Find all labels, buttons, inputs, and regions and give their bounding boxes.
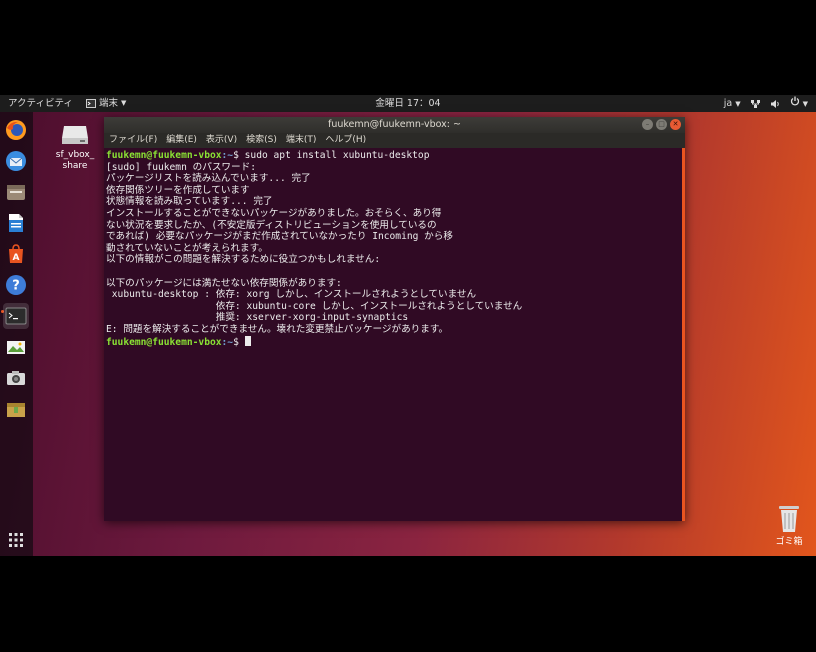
terminal-line: 動されていないことが考えられます。 — [106, 242, 268, 254]
prompt-user: fuukemn@fuukemn-vbox — [106, 336, 222, 348]
minimize-icon: – — [645, 120, 650, 128]
app-menu-label: 端末 — [99, 98, 119, 109]
desktop-icon-label: sf_vbox_ — [55, 150, 95, 160]
terminal-line: 以下の情報がこの問題を解決するために役立つかもしれません: — [106, 254, 381, 266]
chevron-down-icon: ▼ — [735, 100, 741, 108]
terminal-line: xubuntu-desktop : 依存: xorg しかし、インストールされよ… — [106, 289, 477, 301]
system-tray: ja ▼ ▼ — [724, 95, 808, 113]
chevron-down-icon: ▼ — [802, 100, 808, 108]
clock[interactable]: 金曜日 17：04 — [375, 98, 440, 109]
thunderbird-icon — [6, 151, 26, 171]
svg-text:A: A — [13, 253, 20, 263]
terminal-output[interactable]: fuukemn@fuukemn-vbox:~$ sudo apt install… — [104, 148, 685, 517]
dock-item-firefox[interactable] — [3, 117, 29, 143]
minimize-button[interactable]: – — [642, 119, 653, 130]
firefox-icon — [6, 120, 26, 140]
activities-button[interactable]: アクティビティ — [8, 95, 73, 112]
desktop-icon-trash[interactable]: ゴミ箱 — [770, 503, 808, 548]
chevron-down-icon: ▼ — [121, 99, 127, 107]
prompt-path: :~ — [221, 150, 234, 161]
terminal-line: であれば) 必要なパッケージがまだ作成されていなかったり Incoming から… — [106, 231, 453, 243]
menu-terminal[interactable]: 端末(T) — [286, 133, 317, 148]
power-icon — [790, 96, 799, 106]
terminal-line: パッケージリストを読み込んでいます... 完了 — [106, 173, 311, 185]
prompt-symbol: $ — [233, 336, 239, 348]
writer-icon — [9, 214, 23, 232]
menu-search[interactable]: 検索(S) — [246, 133, 277, 148]
dock: A ? — [0, 112, 33, 556]
power-menu[interactable]: ▼ — [790, 95, 808, 113]
dock-item-image-viewer[interactable] — [3, 334, 29, 360]
menu-edit[interactable]: 編集(E) — [166, 133, 197, 148]
maximize-button[interactable]: □ — [656, 119, 667, 130]
files-icon — [7, 185, 25, 200]
terminal-window[interactable]: fuukemn@fuukemn-vbox: ~ – □ ✕ ファイル(F) 編集… — [104, 117, 685, 521]
menu-view[interactable]: 表示(V) — [206, 133, 237, 148]
terminal-scrollbar[interactable] — [682, 148, 685, 521]
grid-icon — [9, 533, 23, 547]
dock-item-archive[interactable] — [3, 396, 29, 422]
terminal-line: ない状況を要求したか、(不安定版ディストリビューションを使用しているの — [106, 219, 437, 231]
help-icon: ? — [6, 275, 26, 295]
terminal-line-prompt: fuukemn@fuukemn-vbox:~$ — [106, 335, 685, 348]
terminal-line: [sudo] fuukemn のパスワード: — [106, 161, 256, 173]
close-button[interactable]: ✕ — [670, 119, 681, 130]
dock-item-files[interactable] — [3, 179, 29, 205]
image-viewer-icon — [7, 341, 25, 354]
dock-item-thunderbird[interactable] — [3, 148, 29, 174]
menu-help[interactable]: ヘルプ(H) — [325, 133, 366, 148]
svg-text:?: ? — [12, 279, 20, 294]
show-applications-button[interactable] — [3, 527, 29, 553]
terminal-line: 以下のパッケージには満たせない依存関係があります: — [106, 277, 342, 289]
terminal-icon — [5, 307, 27, 325]
terminal-line: 依存関係ツリーを作成しています — [106, 184, 250, 196]
archive-icon — [7, 403, 25, 417]
terminal-line: 依存: xubuntu-core しかし、インストールされようとしていません — [106, 300, 523, 312]
dock-item-writer[interactable] — [3, 210, 29, 236]
volume-icon[interactable] — [770, 99, 781, 109]
close-icon: ✕ — [672, 120, 679, 128]
desktop-screen: アクティビティ 端末 ▼ 金曜日 17：04 ja ▼ ▼ A ? sf_vbo… — [0, 95, 816, 556]
top-bar: アクティビティ 端末 ▼ 金曜日 17：04 ja ▼ ▼ — [0, 95, 816, 112]
trash-icon — [779, 506, 799, 532]
software-center-icon: A — [9, 244, 23, 263]
text-cursor — [244, 335, 251, 346]
terminal-line: インストールすることができないパッケージがありました。おそらく、あり得 — [106, 207, 442, 219]
prompt-path: :~ — [221, 336, 234, 348]
terminal-line-command: fuukemn@fuukemn-vbox:~$ sudo apt install… — [106, 150, 685, 162]
terminal-line: 状態情報を読み取っています... 完了 — [106, 196, 273, 208]
camera-icon — [7, 371, 25, 385]
dock-item-help[interactable]: ? — [3, 272, 29, 298]
terminal-line: E: 問題を解決することができません。壊れた変更禁止パッケージがあります。 — [106, 323, 449, 335]
desktop-icon-label: share — [62, 161, 88, 171]
command-text: sudo apt install xubuntu-desktop — [238, 150, 430, 161]
input-method-label: ja — [723, 98, 733, 109]
dock-item-software[interactable]: A — [3, 241, 29, 267]
desktop-icon-shared-folder[interactable]: sf_vbox_ share — [50, 122, 100, 172]
dock-item-screenshot[interactable] — [3, 365, 29, 391]
maximize-icon: □ — [658, 120, 665, 128]
input-method-menu[interactable]: ja ▼ — [724, 95, 741, 113]
drive-icon — [62, 126, 88, 144]
window-title: fuukemn@fuukemn-vbox: ~ — [328, 119, 461, 130]
menu-file[interactable]: ファイル(F) — [109, 133, 157, 148]
prompt-user: fuukemn@fuukemn-vbox — [106, 150, 222, 161]
terminal-line: 推奨: xserver-xorg-input-synaptics — [106, 312, 409, 324]
terminal-menubar: ファイル(F) 編集(E) 表示(V) 検索(S) 端末(T) ヘルプ(H) — [104, 133, 685, 148]
terminal-small-icon — [86, 99, 96, 108]
dock-item-terminal[interactable] — [3, 303, 29, 329]
network-icon[interactable] — [750, 99, 761, 109]
trash-label: ゴミ箱 — [775, 537, 803, 547]
terminal-titlebar[interactable]: fuukemn@fuukemn-vbox: ~ – □ ✕ — [104, 117, 685, 133]
app-menu[interactable]: 端末 ▼ — [86, 95, 126, 112]
